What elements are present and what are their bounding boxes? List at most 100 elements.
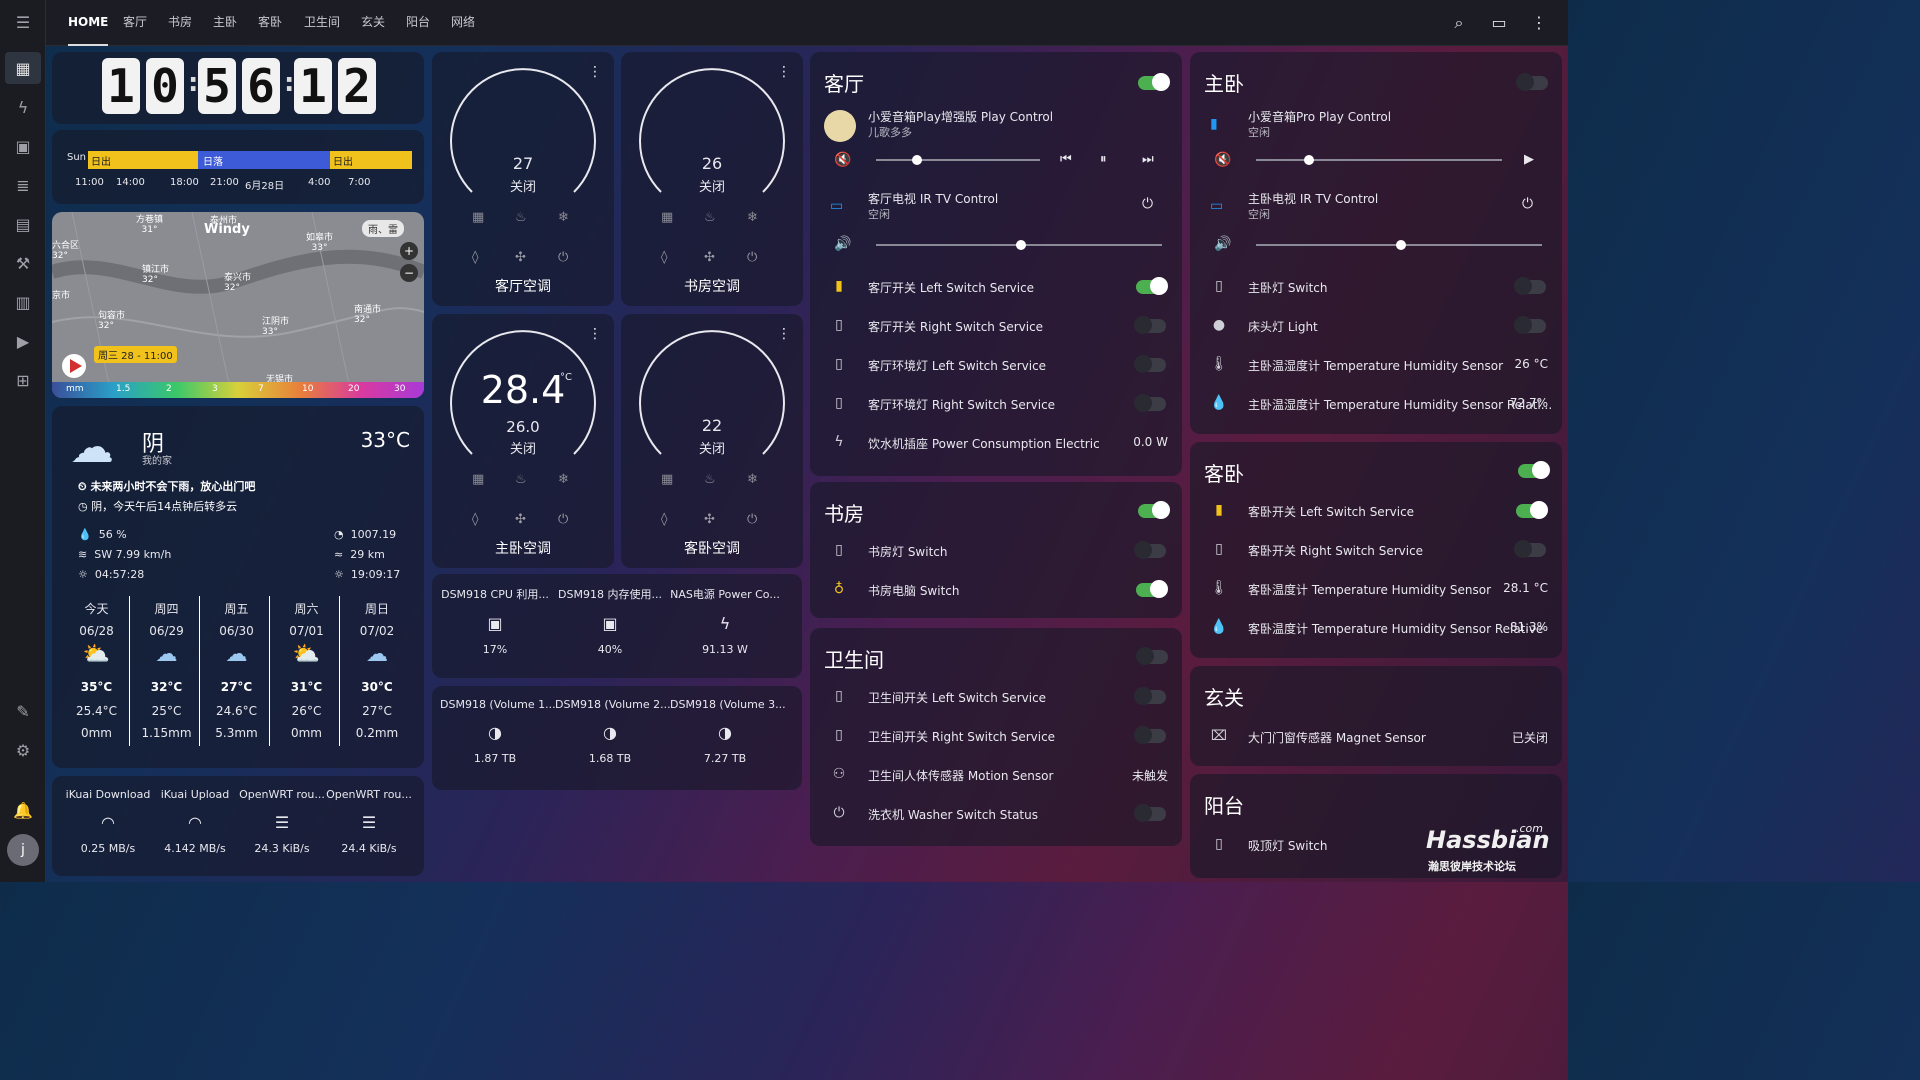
entity-row[interactable]: ▯ 客厅环境灯 Right Switch Service	[810, 389, 1182, 419]
room-toggle[interactable]	[1516, 73, 1548, 91]
calendar-icon[interactable]: ▦	[472, 210, 484, 225]
entity-row[interactable]: ▯ 书房灯 Switch	[810, 536, 1182, 566]
power-icon[interactable]: ⏻	[1142, 196, 1153, 212]
layer-badge[interactable]: 雨、雷	[362, 220, 404, 237]
search-icon[interactable]: ⌕	[1448, 12, 1470, 34]
cool-icon[interactable]: ❄	[558, 210, 569, 225]
entity-row[interactable]: ϟ 饮水机插座 Power Consumption Electric 0.0 W	[810, 428, 1182, 458]
tab-entry[interactable]: 玄关	[361, 0, 385, 46]
entity-toggle[interactable]	[1136, 580, 1168, 598]
nas-stat[interactable]: DSM918 (Volume 1... ◑ 1.87 TB	[440, 698, 556, 765]
room-toggle[interactable]	[1518, 461, 1550, 479]
tv-volume-slider[interactable]	[876, 240, 1162, 250]
play-button[interactable]	[62, 354, 86, 378]
nas-stat[interactable]: DSM918 CPU 利用... ▣ 17%	[440, 586, 550, 656]
entity-toggle[interactable]	[1134, 541, 1166, 559]
entity-row[interactable]: ▯ 客厅开关 Right Switch Service	[810, 311, 1182, 341]
entity-toggle[interactable]	[1516, 501, 1548, 519]
dashboard-icon[interactable]: ▦	[5, 52, 41, 84]
more-icon[interactable]: ⋮	[1528, 12, 1550, 34]
tab-balcony[interactable]: 阳台	[406, 0, 430, 46]
power-icon[interactable]: ⏻	[558, 512, 568, 527]
entity-toggle[interactable]	[1134, 687, 1166, 705]
tab-living[interactable]: 客厅	[123, 0, 147, 46]
cool-icon[interactable]: ❄	[747, 210, 758, 225]
net-stat[interactable]: OpenWRT rou... ☰ 24.4 KiB/s	[313, 788, 425, 855]
dry-icon[interactable]: ◊	[472, 512, 478, 527]
tab-network[interactable]: 网络	[451, 0, 475, 46]
power-icon[interactable]: ⏻	[1522, 196, 1533, 212]
room-toggle[interactable]	[1138, 501, 1170, 519]
previous-icon[interactable]: ⏮	[1060, 152, 1072, 167]
assist-icon[interactable]: ▭	[1488, 12, 1510, 34]
notifications-icon[interactable]: 🔔	[5, 794, 41, 826]
tab-home[interactable]: HOME	[68, 0, 109, 46]
tab-guest[interactable]: 客卧	[258, 0, 282, 46]
entity-toggle[interactable]	[1134, 316, 1166, 334]
entity-row[interactable]: ● 床头灯 Light	[1190, 311, 1562, 341]
entity-row[interactable]: ⏻ 洗衣机 Washer Switch Status	[810, 799, 1182, 829]
calendar-icon[interactable]: ▦	[661, 210, 673, 225]
dry-icon[interactable]: ◊	[661, 250, 667, 265]
zoom-in-button[interactable]: +	[400, 242, 418, 260]
entity-toggle[interactable]	[1136, 277, 1168, 295]
entity-row[interactable]: 🌡 主卧温湿度计 Temperature Humidity Sensor 26 °C	[1190, 350, 1562, 380]
power-icon[interactable]: ⏻	[558, 250, 568, 265]
power-icon[interactable]: ⏻	[747, 512, 757, 527]
entity-toggle[interactable]	[1134, 355, 1166, 373]
more-icon[interactable]: ⋮	[777, 64, 791, 80]
entity-row[interactable]: ▯ 主卧灯 Switch	[1190, 272, 1562, 302]
pause-icon[interactable]: ⏸	[1100, 152, 1107, 167]
more-icon[interactable]: ⋮	[588, 64, 602, 80]
zoom-out-button[interactable]: −	[400, 264, 418, 282]
fan-icon[interactable]: ✣	[515, 250, 526, 265]
nas-stat[interactable]: DSM918 (Volume 2... ◑ 1.68 TB	[555, 698, 671, 765]
entity-row[interactable]: ♁ 书房电脑 Switch	[810, 575, 1182, 605]
entity-toggle[interactable]	[1514, 316, 1546, 334]
volume-icon[interactable]: 🔊	[1214, 236, 1231, 252]
history-icon[interactable]: ▤	[5, 208, 41, 240]
entity-row[interactable]: ▯ 卫生间开关 Left Switch Service	[810, 682, 1182, 712]
calendar-icon[interactable]: ▦	[472, 472, 484, 487]
heat-icon[interactable]: ♨	[704, 210, 716, 225]
windy-map[interactable]: Windy 雨、雷 方巷镇 31° 泰州市 如皋市 33° 六合区 32° 镇江市 32…	[52, 212, 424, 398]
tab-bath[interactable]: 卫生间	[304, 0, 340, 46]
volume-icon[interactable]: 🔊	[834, 236, 851, 252]
entity-row[interactable]: ▮ 客厅开关 Left Switch Service	[810, 272, 1182, 302]
settings-icon[interactable]: ⚙	[5, 734, 41, 766]
entity-toggle[interactable]	[1514, 540, 1546, 558]
cool-icon[interactable]: ❄	[747, 472, 758, 487]
tab-master[interactable]: 主卧	[213, 0, 237, 46]
map-icon[interactable]: ▣	[5, 130, 41, 162]
tab-study[interactable]: 书房	[168, 0, 192, 46]
energy-icon[interactable]: ϟ	[5, 91, 41, 123]
mute-icon[interactable]: 🔇	[1214, 152, 1231, 168]
nas-stat[interactable]: DSM918 内存使用... ▣ 40%	[555, 586, 665, 656]
entity-row[interactable]: ▯ 客厅环境灯 Left Switch Service	[810, 350, 1182, 380]
wrench-icon[interactable]: ⚒	[5, 247, 41, 279]
entity-row[interactable]: 🌡 客卧温度计 Temperature Humidity Sensor 28.1 °…	[1190, 574, 1562, 604]
cool-icon[interactable]: ❄	[558, 472, 569, 487]
heat-icon[interactable]: ♨	[515, 472, 527, 487]
entity-row[interactable]: ▯ 卫生间开关 Right Switch Service	[810, 721, 1182, 751]
next-icon[interactable]: ⏭	[1142, 152, 1154, 167]
fan-icon[interactable]: ✣	[704, 512, 715, 527]
avatar[interactable]: j	[7, 834, 39, 866]
network-icon[interactable]: ⊞	[5, 364, 41, 396]
room-toggle[interactable]	[1138, 73, 1170, 91]
dry-icon[interactable]: ◊	[661, 512, 667, 527]
developer-tools-icon[interactable]: ✎	[5, 695, 41, 727]
entity-toggle[interactable]	[1134, 726, 1166, 744]
entity-row[interactable]: 💧 主卧温湿度计 Temperature Humidity Sensor Rela…	[1190, 389, 1562, 419]
heat-icon[interactable]: ♨	[704, 472, 716, 487]
dry-icon[interactable]: ◊	[472, 250, 478, 265]
entity-toggle[interactable]	[1514, 277, 1546, 295]
entity-row[interactable]: ⚇ 卫生间人体传感器 Motion Sensor 未触发	[810, 760, 1182, 790]
play-icon[interactable]: ▶	[1524, 152, 1534, 167]
volume-slider[interactable]	[1256, 155, 1502, 165]
room-toggle[interactable]	[1136, 647, 1168, 665]
entity-row[interactable]: 💧 客卧温度计 Temperature Humidity Sensor Relat…	[1190, 613, 1562, 643]
more-icon[interactable]: ⋮	[588, 326, 602, 342]
mute-icon[interactable]: 🔇	[834, 152, 851, 168]
more-icon[interactable]: ⋮	[777, 326, 791, 342]
